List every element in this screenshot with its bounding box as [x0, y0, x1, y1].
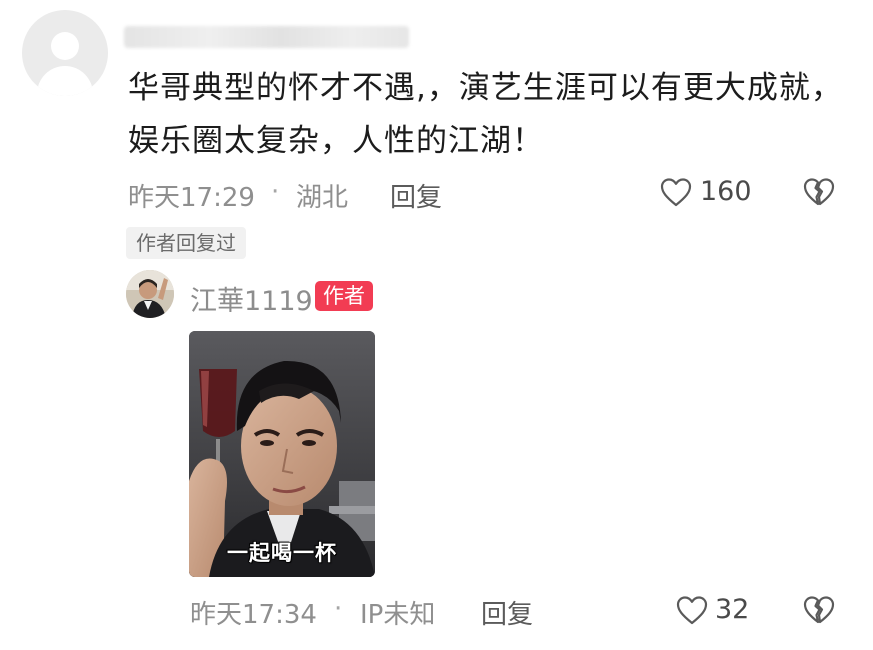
reply-gif-image[interactable]: 一起喝一杯 [189, 331, 375, 577]
comment-reply-button[interactable]: 回复 [390, 177, 442, 214]
like-icon[interactable] [660, 177, 692, 207]
author-avatar[interactable] [126, 270, 174, 318]
dislike-icon[interactable] [803, 595, 835, 625]
reply-time: 昨天17:34 [190, 600, 317, 630]
author-username[interactable]: 江華1119 [190, 279, 313, 318]
comment-like-count: 160 [700, 176, 752, 207]
separator-dot: · [334, 594, 343, 624]
reply-location: IP未知 [360, 600, 436, 630]
commenter-username-blurred[interactable] [124, 26, 409, 48]
like-icon[interactable] [676, 595, 708, 625]
comment-time: 昨天17:29 [128, 183, 255, 213]
reply-reply-button[interactable]: 回复 [481, 594, 533, 631]
reply-like-count: 32 [715, 594, 750, 625]
gif-caption: 一起喝一杯 [226, 540, 337, 565]
dislike-icon[interactable] [803, 177, 835, 207]
commenter-avatar[interactable] [22, 10, 108, 96]
author-replied-tag: 作者回复过 [126, 227, 246, 259]
comment-location: 湖北 [296, 183, 349, 213]
author-badge: 作者 [315, 281, 373, 311]
separator-dot: · [271, 177, 280, 207]
comment-text: 华哥典型的怀才不遇,，演艺生涯可以有更大成就，娱乐圈太复杂，人性的江湖！ [128, 70, 843, 159]
